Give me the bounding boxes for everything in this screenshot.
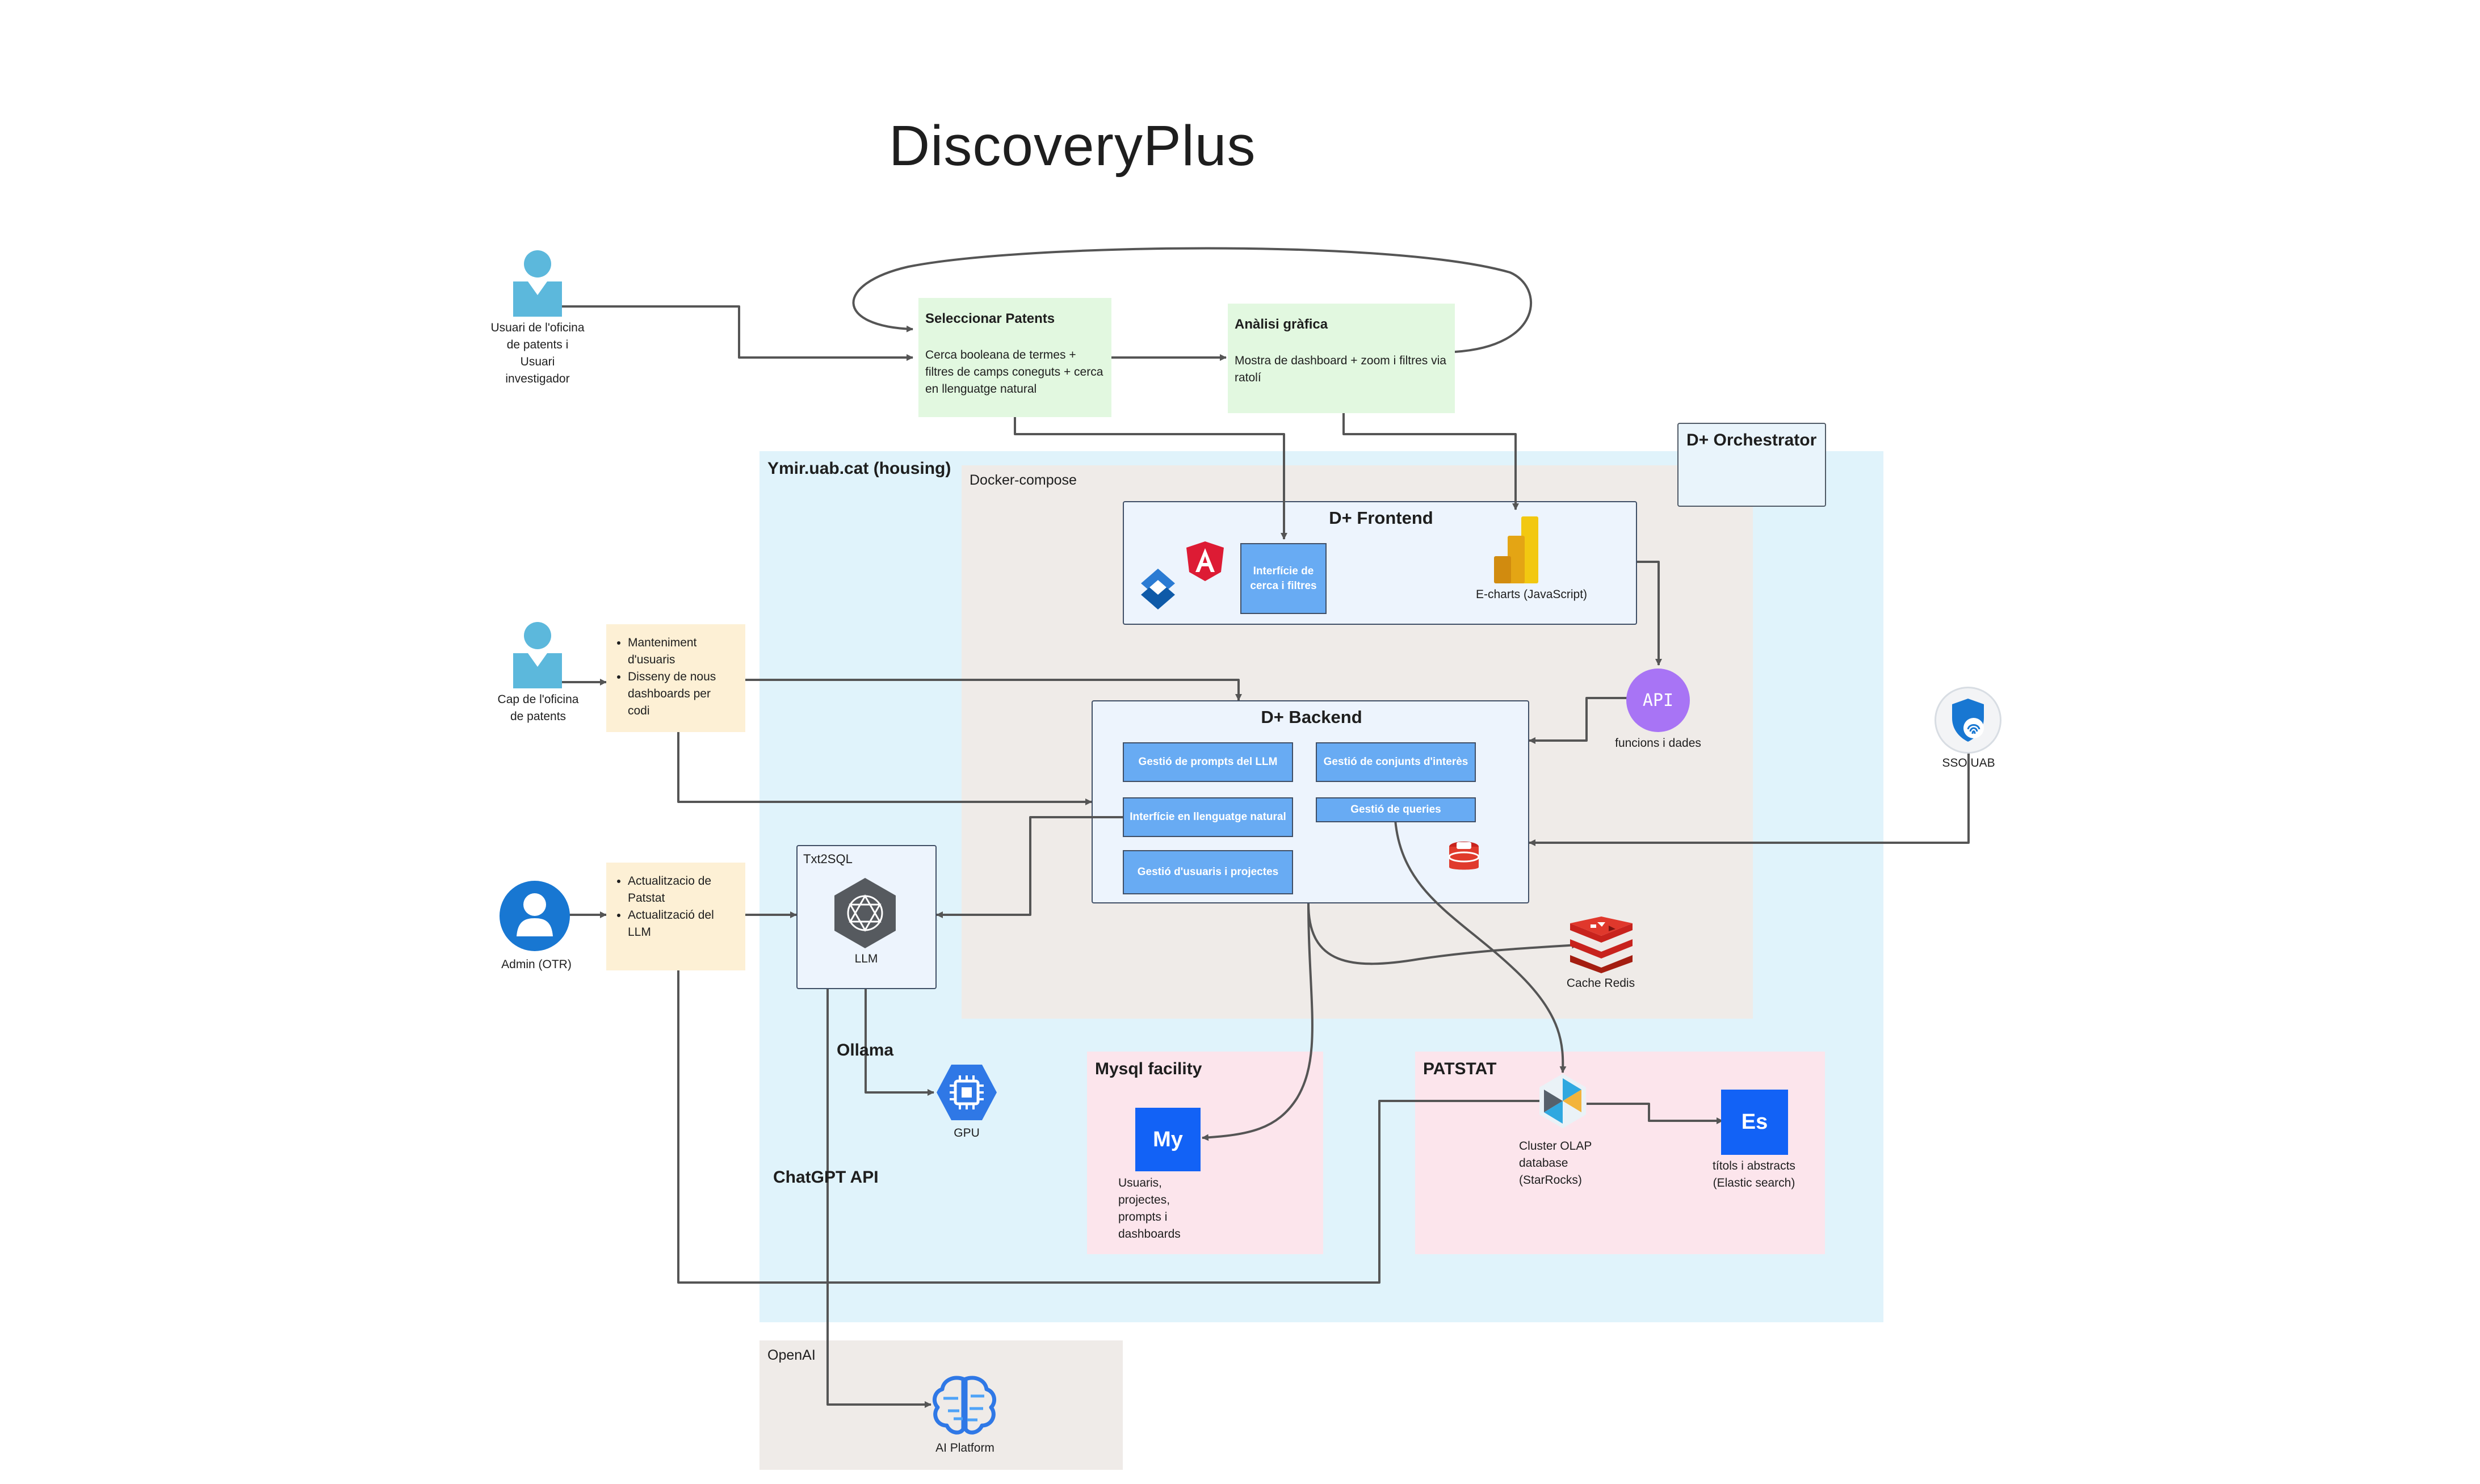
gpu-label: GPU — [954, 1126, 980, 1140]
search-interface-chip: Interfície de cerca i filtres — [1240, 543, 1327, 614]
admin-person-icon — [500, 881, 570, 952]
wire-frontend-to-api — [1637, 561, 1662, 666]
llm-label: LLM — [854, 952, 878, 965]
user-label: Usuari de l'oficina de patents i Usuari … — [490, 321, 585, 385]
admin-label: Admin (OTR) — [501, 958, 572, 971]
analysis-body: Mostra de dashboard + zoom i filtres via… — [1235, 354, 1446, 384]
mysql-badge-text: My — [1153, 1127, 1183, 1151]
elastic-icon: Es — [1721, 1090, 1788, 1155]
api-label: funcions i dades — [1615, 737, 1701, 750]
starrocks-icon — [1537, 1073, 1588, 1129]
head-label: Cap de l'oficina de patents — [497, 693, 579, 723]
olap-label: Cluster OLAP database (StarRocks) — [1519, 1140, 1592, 1187]
users-chip: Gestió d'usuaris i projectes — [1123, 850, 1293, 894]
wire-note-to-backend-2 — [677, 732, 1092, 805]
elastic-badge-text: Es — [1741, 1110, 1768, 1134]
sso-icon — [1935, 687, 2001, 754]
nl-interface-chip: Interfície en llenguatge natural — [1123, 797, 1293, 837]
analysis-heading: Anàlisi gràfica — [1235, 317, 1328, 332]
select-patents-heading: Seleccionar Patents — [925, 311, 1055, 326]
prompts-chip: Gestió de prompts del LLM — [1123, 742, 1293, 782]
note-item: Manteniment d'usuaris — [628, 634, 735, 669]
redis-icon — [1568, 917, 1635, 973]
head-person-icon — [511, 621, 565, 690]
ai-platform-icon — [931, 1373, 998, 1439]
analysis-step: Anàlisi gràfica Mostra de dashboard + zo… — [1228, 304, 1455, 413]
note-item: Actualitzacio de Patstat — [628, 873, 735, 907]
api-badge-text: API — [1642, 690, 1674, 711]
wire-olap-to-es — [1587, 1103, 1723, 1124]
wire-nl-to-txt2sql — [936, 816, 1123, 918]
queries-chip: Gestió de queries — [1316, 797, 1476, 822]
gpu-icon — [935, 1061, 998, 1124]
ai-platform-label: AI Platform — [935, 1441, 994, 1454]
wire-analysis-to-echarts — [1342, 413, 1519, 510]
wire-select-to-search — [1014, 417, 1287, 540]
head-tasks-note: Manteniment d'usuaris Disseny de nous da… — [606, 624, 745, 732]
wire-admin-to-olap — [677, 970, 1550, 1284]
ollama-label: Ollama — [837, 1041, 894, 1060]
mysql-store-label: Usuaris, projectes, prompts i dashboards — [1118, 1176, 1181, 1241]
api-icon: API — [1626, 669, 1690, 732]
mysql-icon: My — [1135, 1108, 1201, 1171]
elastic-label: títols i abstracts (Elastic search) — [1713, 1159, 1795, 1189]
wire-api-to-backend — [1529, 697, 1629, 744]
angular-icon — [1185, 540, 1225, 582]
azure-devops-icon — [1135, 566, 1181, 612]
echarts-icon — [1492, 516, 1538, 583]
sql-database-icon — [1446, 840, 1482, 874]
note-item: Actualització del LLM — [628, 907, 735, 941]
sso-label: SSO UAB — [1942, 756, 1995, 770]
wire-backend-to-redis — [1307, 903, 1579, 965]
note-item: Disseny de nous dashboards per codi — [628, 669, 735, 720]
sets-chip: Gestió de conjunts d'interès — [1316, 742, 1476, 782]
llm-icon — [833, 877, 897, 949]
select-patents-step: Seleccionar Patents Cerca booleana de te… — [918, 298, 1111, 417]
chatgpt-label: ChatGPT API — [773, 1168, 879, 1187]
wire-backend-to-mysql — [1202, 903, 1314, 1141]
redis-label: Cache Redis — [1566, 977, 1635, 990]
admin-tasks-note: Actualitzacio de Patstat Actualització d… — [606, 863, 745, 970]
wire-note-to-backend — [745, 679, 1242, 701]
echarts-label: E-charts (JavaScript) — [1476, 588, 1588, 601]
wire-sso-to-backend — [1529, 741, 1970, 846]
select-patents-body: Cerca booleana de termes + filtres de ca… — [925, 348, 1103, 396]
user-person-icon — [511, 250, 565, 318]
